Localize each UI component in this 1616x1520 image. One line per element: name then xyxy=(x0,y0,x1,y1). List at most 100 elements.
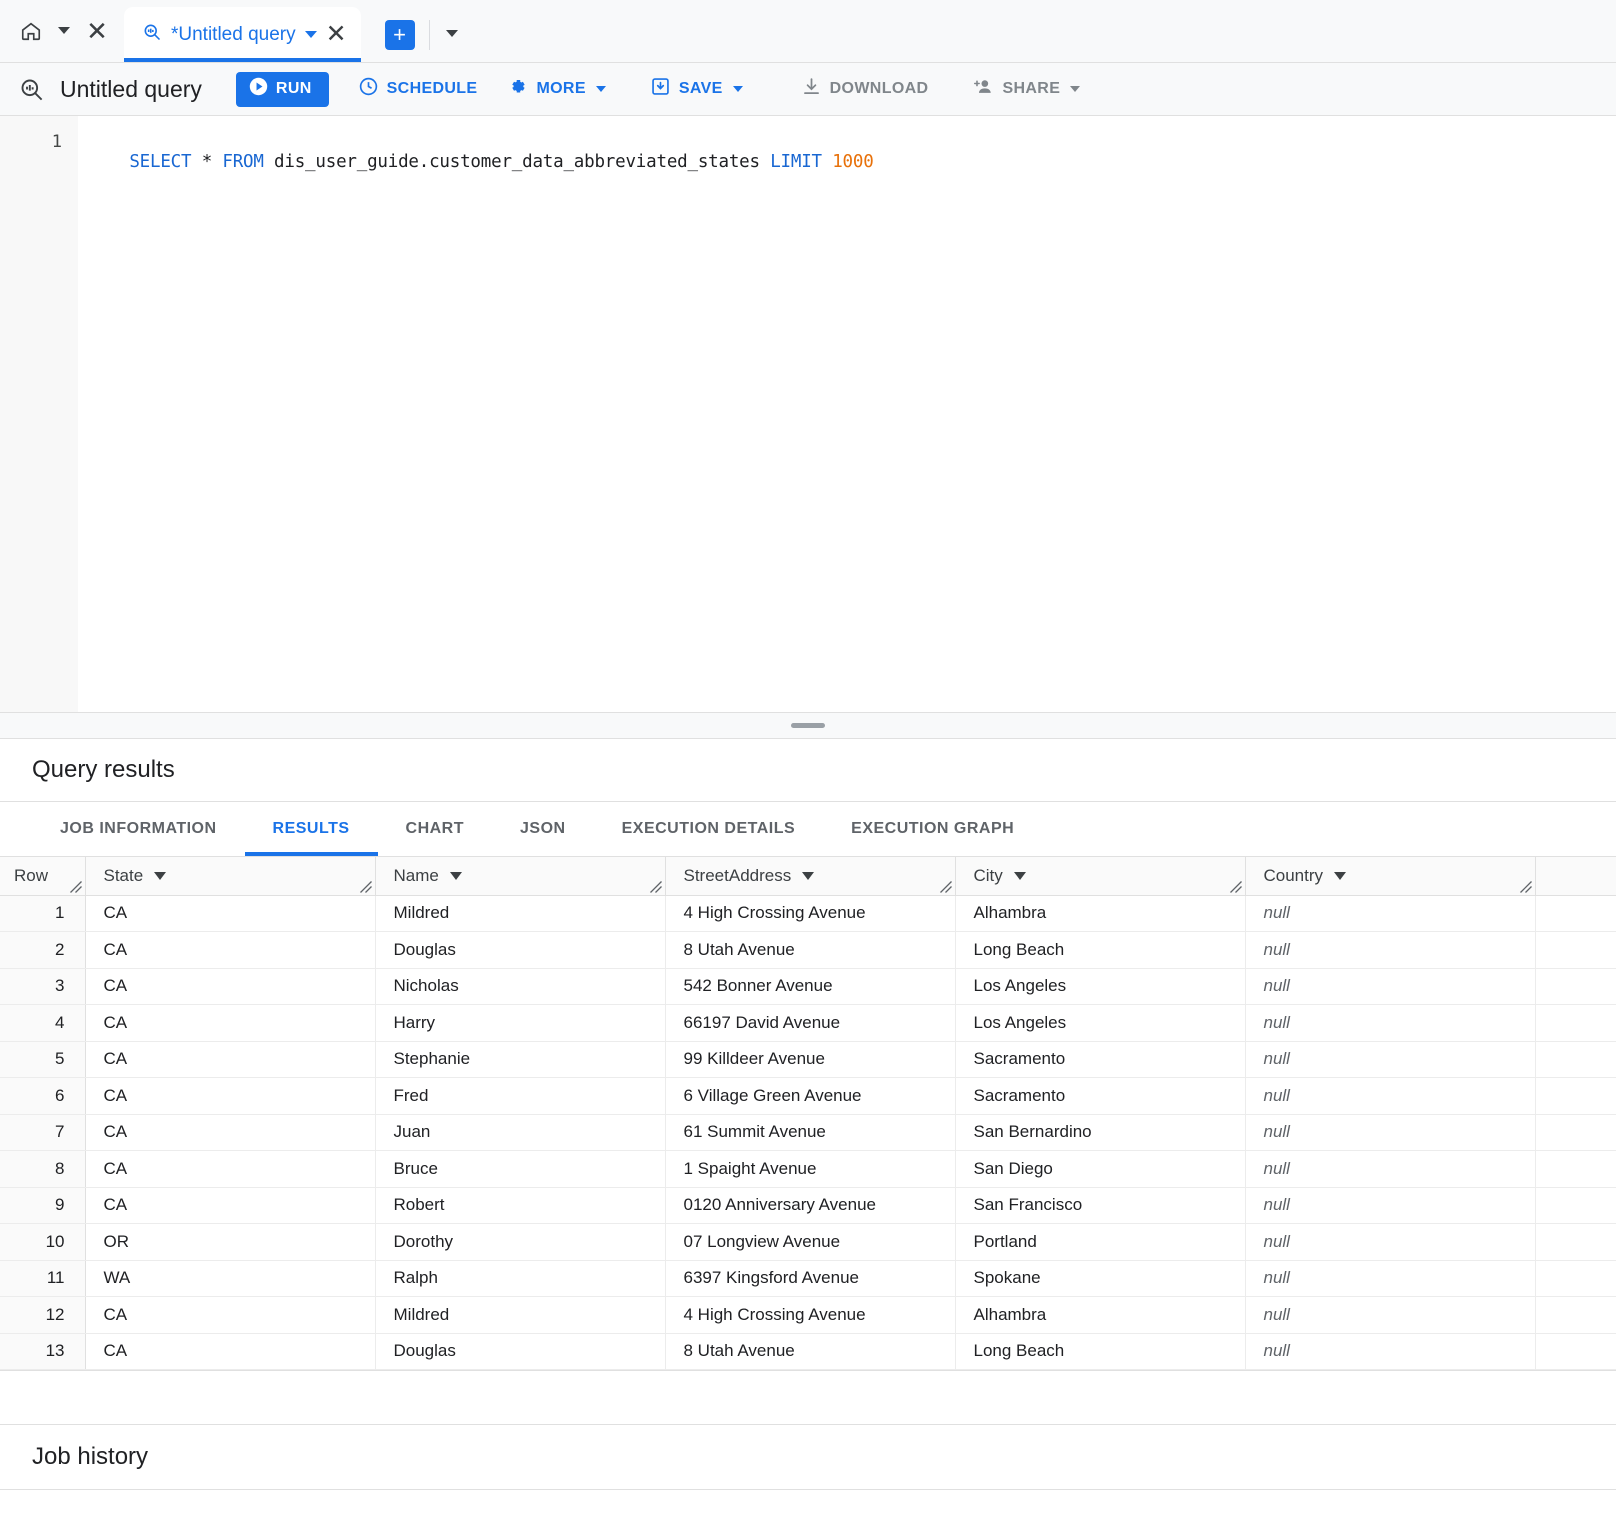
editor-results-splitter[interactable] xyxy=(0,712,1616,739)
cell-streetaddress[interactable]: 1 Spaight Avenue xyxy=(665,1151,955,1188)
column-menu-chevron-down-icon[interactable] xyxy=(1014,872,1026,880)
share-button[interactable]: SHARE xyxy=(957,69,1095,109)
column-header-country[interactable]: Country xyxy=(1245,857,1535,895)
home-dropdown-chevron-down-icon[interactable] xyxy=(52,14,76,48)
cell-streetaddress[interactable]: 542 Bonner Avenue xyxy=(665,968,955,1005)
table-row[interactable]: 7CAJuan61 Summit AvenueSan Bernardinonul… xyxy=(0,1114,1616,1151)
tab-close-icon[interactable]: ✕ xyxy=(326,22,347,47)
cell-state[interactable]: CA xyxy=(85,1297,375,1334)
cell-name[interactable]: Ralph xyxy=(375,1260,665,1297)
cell-name[interactable]: Robert xyxy=(375,1187,665,1224)
cell-streetaddress[interactable]: 07 Longview Avenue xyxy=(665,1224,955,1261)
column-menu-chevron-down-icon[interactable] xyxy=(154,872,166,880)
cell-name[interactable]: Mildred xyxy=(375,1297,665,1334)
cell-streetaddress[interactable]: 6397 Kingsford Avenue xyxy=(665,1260,955,1297)
cell-streetaddress[interactable]: 8 Utah Avenue xyxy=(665,1333,955,1370)
cell-state[interactable]: CA xyxy=(85,1333,375,1370)
cell-country[interactable]: null xyxy=(1245,1260,1535,1297)
cell-city[interactable]: San Diego xyxy=(955,1151,1245,1188)
home-icon[interactable] xyxy=(14,14,48,48)
cell-name[interactable]: Juan xyxy=(375,1114,665,1151)
cell-state[interactable]: CA xyxy=(85,1114,375,1151)
cell-state[interactable]: CA xyxy=(85,1187,375,1224)
cell-country[interactable]: null xyxy=(1245,1297,1535,1334)
column-resize-handle-icon[interactable] xyxy=(939,880,953,894)
new-tab-options-chevron-down-icon[interactable] xyxy=(440,16,464,50)
cell-city[interactable]: Sacramento xyxy=(955,1041,1245,1078)
cell-streetaddress[interactable]: 4 High Crossing Avenue xyxy=(665,895,955,932)
results-tab-execution-details[interactable]: EXECUTION DETAILS xyxy=(594,802,824,856)
cell-city[interactable]: Long Beach xyxy=(955,1333,1245,1370)
column-menu-chevron-down-icon[interactable] xyxy=(450,872,462,880)
cell-name[interactable]: Douglas xyxy=(375,932,665,969)
cell-state[interactable]: CA xyxy=(85,895,375,932)
cell-streetaddress[interactable]: 61 Summit Avenue xyxy=(665,1114,955,1151)
close-home-tab-button[interactable]: ✕ xyxy=(80,14,114,48)
tab-untitled-query[interactable]: *Untitled query ✕ xyxy=(124,7,361,62)
cell-city[interactable]: San Francisco xyxy=(955,1187,1245,1224)
results-tab-job-information[interactable]: JOB INFORMATION xyxy=(32,802,245,856)
cell-city[interactable]: Long Beach xyxy=(955,932,1245,969)
cell-country[interactable]: null xyxy=(1245,1151,1535,1188)
cell-streetaddress[interactable]: 6 Village Green Avenue xyxy=(665,1078,955,1115)
cell-country[interactable]: null xyxy=(1245,1187,1535,1224)
cell-city[interactable]: Sacramento xyxy=(955,1078,1245,1115)
table-row[interactable]: 6CAFred6 Village Green AvenueSacramenton… xyxy=(0,1078,1616,1115)
more-button[interactable]: MORE xyxy=(492,69,620,109)
cell-state[interactable]: CA xyxy=(85,968,375,1005)
cell-country[interactable]: null xyxy=(1245,1114,1535,1151)
column-menu-chevron-down-icon[interactable] xyxy=(1334,872,1346,880)
results-tab-results[interactable]: RESULTS xyxy=(245,802,378,856)
cell-country[interactable]: null xyxy=(1245,895,1535,932)
cell-city[interactable]: Alhambra xyxy=(955,1297,1245,1334)
column-resize-handle-icon[interactable] xyxy=(1229,880,1243,894)
cell-city[interactable]: Alhambra xyxy=(955,895,1245,932)
cell-country[interactable]: null xyxy=(1245,1005,1535,1042)
table-row[interactable]: 9CARobert0120 Anniversary AvenueSan Fran… xyxy=(0,1187,1616,1224)
cell-streetaddress[interactable]: 8 Utah Avenue xyxy=(665,932,955,969)
cell-streetaddress[interactable]: 66197 David Avenue xyxy=(665,1005,955,1042)
cell-name[interactable]: Fred xyxy=(375,1078,665,1115)
cell-name[interactable]: Stephanie xyxy=(375,1041,665,1078)
cell-state[interactable]: CA xyxy=(85,1078,375,1115)
column-resize-handle-icon[interactable] xyxy=(649,880,663,894)
cell-name[interactable]: Dorothy xyxy=(375,1224,665,1261)
column-header-state[interactable]: State xyxy=(85,857,375,895)
cell-name[interactable]: Harry xyxy=(375,1005,665,1042)
cell-state[interactable]: CA xyxy=(85,932,375,969)
cell-name[interactable]: Mildred xyxy=(375,895,665,932)
table-row[interactable]: 1CAMildred4 High Crossing AvenueAlhambra… xyxy=(0,895,1616,932)
column-resize-handle-icon[interactable] xyxy=(359,880,373,894)
schedule-button[interactable]: SCHEDULE xyxy=(343,69,493,109)
cell-state[interactable]: OR xyxy=(85,1224,375,1261)
results-table-container[interactable]: RowStateNameStreetAddressCityCountry 1CA… xyxy=(0,857,1616,1370)
download-button[interactable]: DOWNLOAD xyxy=(786,69,944,109)
results-tab-chart[interactable]: CHART xyxy=(378,802,493,856)
column-header-row[interactable]: Row xyxy=(0,857,85,895)
save-button[interactable]: SAVE xyxy=(635,69,758,109)
results-tab-json[interactable]: JSON xyxy=(492,802,594,856)
cell-state[interactable]: CA xyxy=(85,1041,375,1078)
table-row[interactable]: 8CABruce1 Spaight AvenueSan Diegonull xyxy=(0,1151,1616,1188)
table-row[interactable]: 2CADouglas8 Utah AvenueLong Beachnull xyxy=(0,932,1616,969)
cell-city[interactable]: San Bernardino xyxy=(955,1114,1245,1151)
tab-chevron-down-icon[interactable] xyxy=(305,31,317,38)
cell-state[interactable]: CA xyxy=(85,1005,375,1042)
column-resize-handle-icon[interactable] xyxy=(1519,880,1533,894)
cell-streetaddress[interactable]: 0120 Anniversary Avenue xyxy=(665,1187,955,1224)
cell-country[interactable]: null xyxy=(1245,1041,1535,1078)
cell-country[interactable]: null xyxy=(1245,1224,1535,1261)
cell-city[interactable]: Los Angeles xyxy=(955,968,1245,1005)
table-row[interactable]: 12CAMildred4 High Crossing AvenueAlhambr… xyxy=(0,1297,1616,1334)
cell-streetaddress[interactable]: 4 High Crossing Avenue xyxy=(665,1297,955,1334)
cell-country[interactable]: null xyxy=(1245,932,1535,969)
cell-name[interactable]: Bruce xyxy=(375,1151,665,1188)
run-button[interactable]: RUN xyxy=(236,72,329,107)
table-row[interactable]: 4CAHarry66197 David AvenueLos Angelesnul… xyxy=(0,1005,1616,1042)
new-tab-button[interactable]: + xyxy=(385,20,415,50)
cell-streetaddress[interactable]: 99 Killdeer Avenue xyxy=(665,1041,955,1078)
cell-country[interactable]: null xyxy=(1245,968,1535,1005)
cell-name[interactable]: Nicholas xyxy=(375,968,665,1005)
cell-state[interactable]: CA xyxy=(85,1151,375,1188)
cell-name[interactable]: Douglas xyxy=(375,1333,665,1370)
